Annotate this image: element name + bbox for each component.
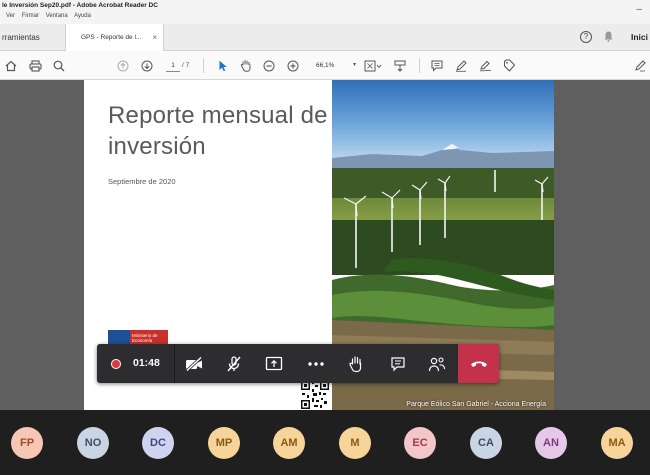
control-divider xyxy=(174,344,175,383)
tab-bar: rramientas GPS - Reporte de l... × ? Ini… xyxy=(0,24,650,51)
call-timer: 01:48 xyxy=(133,357,160,369)
share-screen-icon[interactable] xyxy=(257,344,291,383)
sign-icon[interactable] xyxy=(476,51,494,80)
tab-close-icon[interactable]: × xyxy=(152,24,157,51)
participants-strip: FP NO DC MP AM M EC CA AN MA xyxy=(0,410,650,475)
comment-icon[interactable] xyxy=(428,51,446,80)
notifications-bell-icon[interactable] xyxy=(604,31,613,44)
tab-document[interactable]: GPS - Reporte de l... × xyxy=(66,24,164,51)
camera-off-icon[interactable] xyxy=(177,344,211,383)
participant-avatar[interactable]: NO xyxy=(77,427,109,459)
sign-in-link[interactable]: Inici xyxy=(631,24,648,51)
tab-tools[interactable]: rramientas xyxy=(0,24,66,51)
zoom-level-value: 66,1% xyxy=(316,62,335,69)
stamp-tag-icon[interactable] xyxy=(500,51,518,80)
home-icon[interactable] xyxy=(2,51,20,80)
search-icon[interactable] xyxy=(50,51,68,80)
report-date: Septiembre de 2020 xyxy=(108,177,176,186)
help-icon[interactable]: ? xyxy=(580,31,592,43)
participant-avatar[interactable]: CA xyxy=(470,427,502,459)
participant-avatar[interactable]: MA xyxy=(601,427,633,459)
next-page-icon[interactable] xyxy=(138,51,156,80)
raise-hand-icon[interactable] xyxy=(339,344,373,383)
participant-avatar[interactable]: FP xyxy=(11,427,43,459)
participant-avatar[interactable]: DC xyxy=(142,427,174,459)
chevron-down-icon: ▾ xyxy=(352,62,356,68)
title-bar: le Inversión Sep20.pdf - Adobe Acrobat R… xyxy=(0,0,650,24)
report-title: Reporte mensual de inversión xyxy=(108,102,328,160)
mic-off-icon[interactable] xyxy=(217,344,251,383)
toolbar-divider xyxy=(203,58,204,73)
minimize-button[interactable]: – xyxy=(636,4,642,15)
record-indicator xyxy=(111,359,121,369)
participant-avatar[interactable]: AM xyxy=(273,427,305,459)
zoom-level-select[interactable]: 66,1% ▾ xyxy=(316,59,358,72)
participants-icon[interactable] xyxy=(420,344,454,383)
screen: le Inversión Sep20.pdf - Adobe Acrobat R… xyxy=(0,0,650,475)
meeting-control-bar: 01:48 xyxy=(97,344,499,383)
participant-avatar[interactable]: M xyxy=(339,427,371,459)
menu-ayuda[interactable]: Ayuda xyxy=(74,13,91,19)
qr-code xyxy=(300,380,330,410)
photo-caption: Parque Eólico San Gabriel - Acciona Ener… xyxy=(406,401,546,408)
edit-pen-icon[interactable] xyxy=(632,51,648,80)
zoom-out-icon[interactable] xyxy=(260,51,278,80)
participant-avatar[interactable]: MP xyxy=(208,427,240,459)
toolbar-divider xyxy=(419,58,420,73)
window-title: le Inversión Sep20.pdf - Adobe Acrobat R… xyxy=(2,2,158,9)
fit-page-icon[interactable] xyxy=(362,51,384,80)
zoom-in-icon[interactable] xyxy=(284,51,302,80)
menu-firmar[interactable]: Firmar xyxy=(22,13,39,19)
menu-bar: Ver Firmar Ventana Ayuda xyxy=(6,13,96,19)
tab-document-label: GPS - Reporte de l... xyxy=(81,34,142,41)
scroll-mode-icon[interactable] xyxy=(391,51,409,80)
highlight-pen-icon[interactable] xyxy=(452,51,470,80)
menu-ver[interactable]: Ver xyxy=(6,13,15,19)
page-number-input[interactable]: 1 xyxy=(166,59,180,72)
participant-avatar[interactable]: AN xyxy=(535,427,567,459)
print-icon[interactable] xyxy=(26,51,44,80)
select-cursor-icon[interactable] xyxy=(214,51,232,80)
more-options-icon[interactable] xyxy=(299,344,333,383)
toolbar: 1 / 7 66,1% ▾ xyxy=(0,51,650,80)
previous-page-icon[interactable] xyxy=(114,51,132,80)
hand-tool-icon[interactable] xyxy=(237,51,255,80)
hang-up-icon[interactable] xyxy=(458,344,499,383)
participant-avatar[interactable]: EC xyxy=(404,427,436,459)
chat-icon[interactable] xyxy=(381,344,415,383)
page-total: / 7 xyxy=(182,62,190,69)
menu-ventana[interactable]: Ventana xyxy=(46,13,68,19)
